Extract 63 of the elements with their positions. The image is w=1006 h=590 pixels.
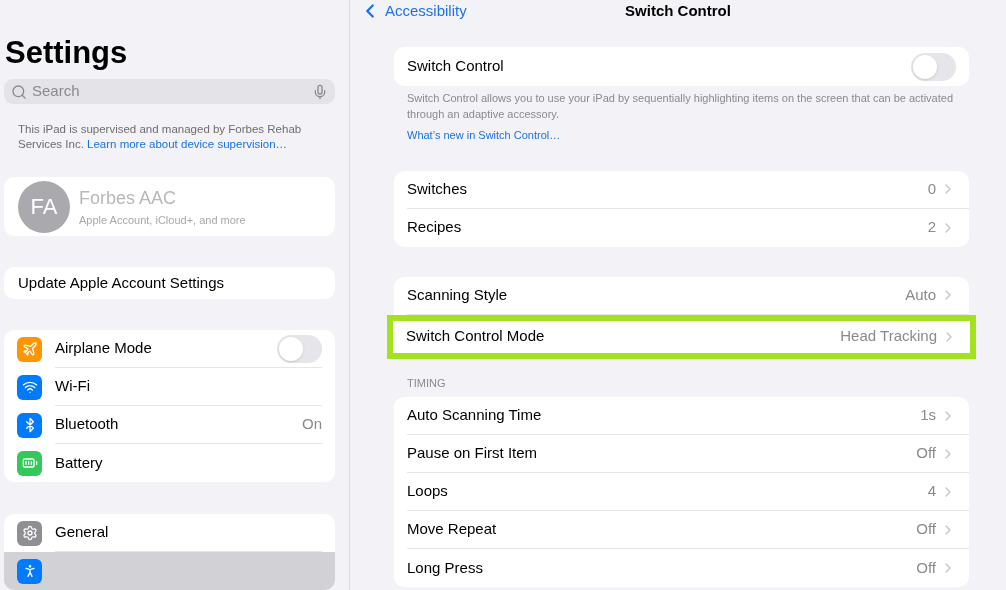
sidebar-item[interactable]: Wi-Fi: [4, 368, 335, 406]
row-label: Pause on First Item: [407, 443, 538, 464]
microphone-icon: [312, 83, 328, 100]
item-label: Airplane Mode: [55, 338, 152, 359]
row-value: Off: [916, 519, 936, 540]
row-label: Loops: [407, 481, 448, 502]
account-subtitle: Apple Account, iCloud+, and more: [79, 212, 246, 228]
footer-note: Switch Control allows you to use your iPad by sequentially highlighting items on the screen that can be activated through an adaptive accessory.: [406, 91, 955, 122]
bluetooth-icon: [17, 412, 42, 438]
row-value: Off: [916, 557, 936, 578]
sidebar-item[interactable]: Bluetooth On: [4, 406, 335, 444]
whats-new-link[interactable]: What’s new in Switch Control…: [394, 127, 574, 144]
avatar: FA: [18, 180, 70, 233]
item-label: Bluetooth: [55, 414, 119, 435]
settings-row[interactable]: Move Repeat Off: [394, 511, 969, 549]
sidebar-item[interactable]: Battery: [4, 444, 335, 482]
row-value: 0: [927, 178, 936, 199]
sidebar-title: Settings: [4, 36, 129, 70]
toggle-switch[interactable]: [911, 52, 956, 81]
item-label: Battery: [55, 452, 103, 473]
row-label: Switches: [407, 178, 468, 199]
row-label: Switch Control Mode: [406, 326, 545, 347]
row-label: Long Press: [407, 557, 483, 578]
page-title: Switch Control: [625, 0, 731, 21]
settings-row[interactable]: Loops 4: [394, 473, 969, 511]
row-value: Off: [916, 443, 936, 464]
search-icon: [11, 83, 27, 100]
person-icon: [17, 558, 42, 584]
row-label: Recipes: [407, 217, 462, 238]
item-label: Wi-Fi: [55, 376, 90, 397]
settings-row[interactable]: Long Press Off: [394, 549, 969, 587]
settings-row[interactable]: Auto Scanning Time 1s: [394, 397, 969, 435]
airplane-icon: [17, 336, 42, 362]
battery-icon: [17, 450, 42, 476]
toggle-switch[interactable]: [277, 334, 322, 363]
item-value: On: [302, 414, 322, 435]
search-field[interactable]: Search: [32, 80, 307, 103]
settings-row[interactable]: Recipes 2: [394, 208, 969, 247]
row-value: Auto: [905, 284, 936, 305]
settings-row[interactable]: Switches 0: [394, 170, 969, 209]
back-button[interactable]: Accessibility: [359, 0, 467, 22]
supervision-note: This iPad is supervised and managed by Forbes Rehab Services Inc. Learn more about device supervision…: [17, 122, 303, 153]
row-value: 1s: [920, 405, 936, 426]
supervision-link[interactable]: Learn more about device supervision…: [87, 138, 288, 151]
settings-row[interactable]: Switch Control Mode Head Tracking: [387, 314, 976, 359]
gear-icon: [17, 520, 42, 546]
sidebar-item[interactable]: [4, 552, 335, 590]
row-value: 4: [927, 481, 936, 502]
row-label: Auto Scanning Time: [407, 405, 542, 426]
row-label: Move Repeat: [407, 519, 497, 540]
row-label: Scanning Style: [407, 284, 508, 305]
section-header: TIMING: [406, 375, 447, 391]
update-account-row[interactable]: Update Apple Account Settings: [4, 267, 335, 299]
settings-row[interactable]: Pause on First Item Off: [394, 435, 969, 473]
settings-row[interactable]: Scanning Style Auto: [394, 276, 969, 315]
row-value: 2: [927, 217, 936, 238]
account-name: Forbes AAC: [79, 186, 178, 210]
item-label: General: [55, 522, 109, 543]
search-bar[interactable]: Search: [4, 79, 335, 105]
row-value: Head Tracking: [840, 326, 937, 347]
wifi-icon: [17, 374, 42, 400]
sidebar-item[interactable]: Airplane Mode: [4, 330, 335, 368]
row-label: Switch Control: [407, 56, 504, 77]
